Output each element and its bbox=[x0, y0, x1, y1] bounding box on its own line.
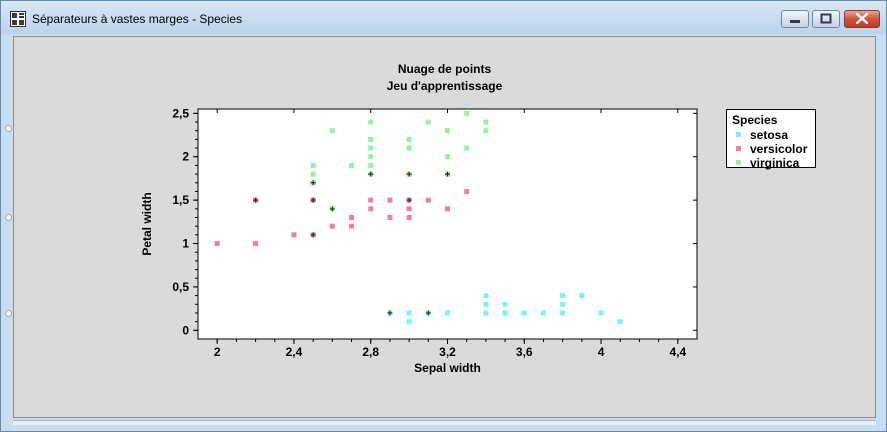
y-tick-label: 2 bbox=[182, 150, 189, 164]
point-setosa bbox=[483, 301, 489, 307]
plot-area bbox=[197, 108, 698, 340]
window-bottom-edge bbox=[13, 420, 876, 425]
point-setosa bbox=[617, 319, 623, 325]
minimize-icon bbox=[790, 20, 800, 23]
point-virginica bbox=[464, 110, 470, 116]
point-virginica bbox=[425, 119, 431, 125]
point-setosa bbox=[445, 310, 450, 316]
legend-swatch-versicolor bbox=[736, 146, 741, 152]
resize-grip-left-bottom[interactable] bbox=[5, 310, 12, 317]
legend-label-virginica: virginica bbox=[750, 156, 800, 170]
y-tick-label: 0 bbox=[182, 323, 189, 337]
point-virginica bbox=[368, 119, 374, 125]
minimize-button[interactable] bbox=[781, 10, 809, 28]
legend: Species setosa versicolor virginica bbox=[726, 109, 816, 170]
point-virginica bbox=[349, 162, 355, 168]
point-virginica bbox=[368, 136, 374, 142]
point-versicolor bbox=[445, 206, 450, 212]
point-versicolor bbox=[406, 214, 412, 220]
point-virginica bbox=[310, 171, 316, 177]
point-virginica bbox=[368, 145, 374, 151]
point-versicolor bbox=[425, 197, 431, 203]
x-tick-label: 3,2 bbox=[439, 345, 456, 359]
point-setosa bbox=[483, 293, 489, 299]
point-versicolor bbox=[349, 223, 355, 229]
point-virginica bbox=[310, 162, 316, 168]
close-button[interactable] bbox=[844, 10, 880, 28]
point-setosa bbox=[502, 310, 508, 316]
x-tick-label: 2 bbox=[214, 345, 221, 359]
point-setosa bbox=[502, 301, 508, 307]
legend-label-versicolor: versicolor bbox=[750, 142, 808, 156]
point-virginica bbox=[406, 145, 412, 151]
x-tick-label: 3,6 bbox=[516, 345, 533, 359]
point-versicolor bbox=[387, 214, 393, 220]
legend-label-setosa: setosa bbox=[750, 128, 789, 142]
point-setosa bbox=[521, 310, 527, 316]
point-versicolor bbox=[291, 232, 297, 238]
point-versicolor bbox=[253, 241, 259, 247]
resize-grip-left-top[interactable] bbox=[5, 125, 12, 132]
window-title: Séparateurs à vastes marges - Species bbox=[32, 12, 243, 26]
legend-swatch-setosa bbox=[736, 132, 741, 138]
chart-app-icon[interactable] bbox=[10, 11, 26, 27]
legend-swatch-virginica bbox=[736, 160, 741, 166]
chart-panel: Nuage de points Jeu d'apprentissage 2 2,4… bbox=[13, 36, 876, 418]
point-versicolor bbox=[349, 214, 355, 220]
point-virginica bbox=[368, 162, 374, 168]
point-versicolor bbox=[329, 223, 335, 229]
point-setosa bbox=[579, 293, 585, 299]
point-setosa bbox=[540, 310, 546, 316]
point-virginica bbox=[445, 128, 450, 134]
point-setosa bbox=[560, 301, 566, 307]
point-setosa bbox=[483, 310, 489, 316]
point-versicolor bbox=[214, 241, 220, 247]
point-versicolor bbox=[387, 197, 393, 203]
y-tick-label: 1,5 bbox=[172, 193, 189, 207]
y-axis-label: Petal width bbox=[140, 192, 154, 255]
app-window: Séparateurs à vastes marges - Species Nu… bbox=[0, 0, 887, 432]
legend-item-virginica: virginica bbox=[736, 156, 799, 170]
point-setosa bbox=[560, 293, 566, 299]
point-virginica bbox=[445, 154, 450, 160]
title-bar[interactable]: Séparateurs à vastes marges - Species bbox=[1, 1, 886, 34]
x-tick-label: 2,8 bbox=[362, 345, 379, 359]
point-virginica bbox=[368, 154, 374, 160]
maximize-icon bbox=[820, 13, 832, 24]
point-virginica bbox=[329, 128, 335, 134]
point-setosa bbox=[406, 310, 412, 316]
x-axis-label: Sepal width bbox=[414, 361, 481, 375]
y-tick-label: 2,5 bbox=[172, 106, 189, 120]
legend-item-setosa: setosa bbox=[736, 128, 788, 142]
point-virginica bbox=[483, 119, 489, 125]
close-icon bbox=[855, 12, 869, 25]
legend-title: Species bbox=[732, 113, 778, 127]
point-versicolor bbox=[464, 188, 470, 194]
legend-item-versicolor: versicolor bbox=[736, 142, 807, 156]
y-tick-label: 1 bbox=[182, 237, 189, 251]
resize-grip-left-middle[interactable] bbox=[5, 214, 12, 221]
point-versicolor bbox=[368, 206, 374, 212]
point-setosa bbox=[406, 319, 412, 325]
x-tick-label: 4,4 bbox=[669, 345, 686, 359]
x-tick-label: 2,4 bbox=[286, 345, 303, 359]
point-virginica bbox=[406, 136, 412, 142]
x-tick-label: 4 bbox=[598, 345, 605, 359]
maximize-button[interactable] bbox=[812, 10, 840, 28]
point-virginica bbox=[483, 128, 489, 134]
point-setosa bbox=[598, 310, 604, 316]
point-versicolor bbox=[406, 206, 412, 212]
point-setosa bbox=[560, 310, 566, 316]
point-virginica bbox=[464, 145, 470, 151]
scatter-plot: 2 2,4 2,8 3,2 3,6 4 4,4 0 0,5 1 1,5 2 2,5 Sepal width… bbox=[140, 106, 698, 375]
point-versicolor bbox=[368, 197, 374, 203]
y-tick-label: 0,5 bbox=[172, 280, 189, 294]
